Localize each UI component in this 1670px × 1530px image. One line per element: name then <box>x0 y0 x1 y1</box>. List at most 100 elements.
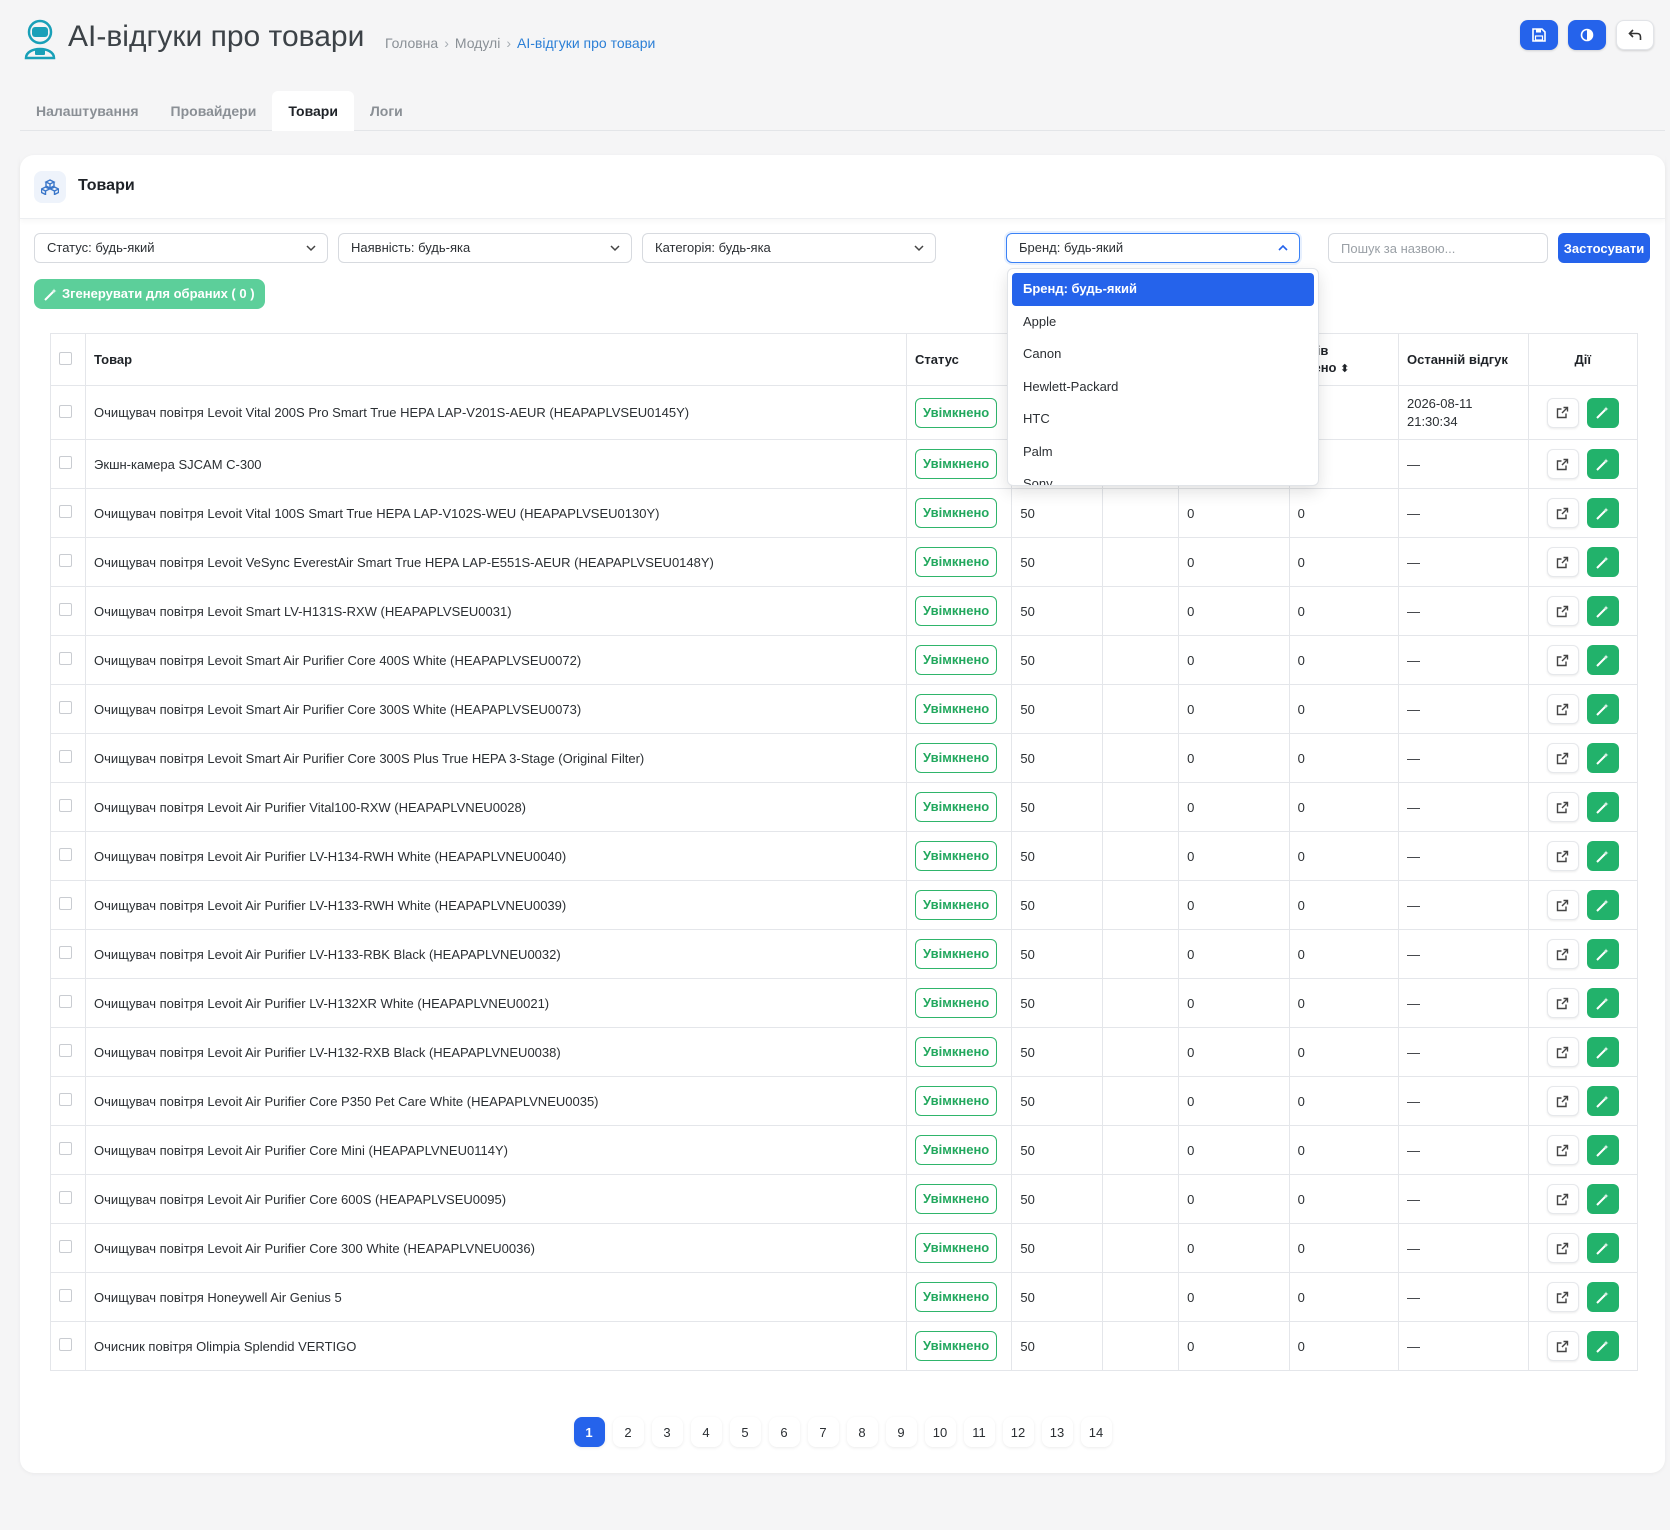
generate-review-button[interactable] <box>1586 1037 1619 1067</box>
brand-option[interactable]: Hewlett-Packard <box>1012 371 1314 404</box>
page-button[interactable]: 4 <box>690 1417 722 1447</box>
row-checkbox[interactable] <box>59 946 72 959</box>
reviews-created-value: 0 <box>1288 978 1399 1028</box>
row-checkbox[interactable] <box>59 1191 72 1204</box>
open-product-button[interactable] <box>1546 397 1579 428</box>
breadcrumb-modules[interactable]: Модулі <box>455 35 500 51</box>
generate-review-button[interactable] <box>1586 1233 1619 1263</box>
row-checkbox[interactable] <box>59 1289 72 1302</box>
brand-option[interactable]: Canon <box>1012 338 1314 371</box>
row-checkbox[interactable] <box>59 1142 72 1155</box>
apply-button[interactable]: Застосувати <box>1558 233 1650 263</box>
row-checkbox[interactable] <box>59 505 72 518</box>
search-input[interactable] <box>1328 233 1548 263</box>
tab-logs[interactable]: Логи <box>354 91 419 131</box>
row-checkbox[interactable] <box>59 799 72 812</box>
status-filter[interactable]: Статус: будь-який <box>34 233 328 263</box>
select-all-checkbox[interactable] <box>59 351 72 365</box>
page-button[interactable]: 3 <box>651 1417 683 1447</box>
generate-review-button[interactable] <box>1586 1184 1619 1214</box>
brand-option[interactable]: Sony <box>1012 468 1314 485</box>
row-checkbox[interactable] <box>59 1240 72 1253</box>
page-button[interactable]: 12 <box>1002 1417 1034 1447</box>
generate-review-button[interactable] <box>1586 498 1619 528</box>
page-button[interactable]: 10 <box>924 1417 956 1447</box>
generate-review-button[interactable] <box>1586 1331 1619 1361</box>
generate-review-button[interactable] <box>1586 694 1619 724</box>
category-filter[interactable]: Категорія: будь-яка <box>642 233 936 263</box>
open-product-button[interactable] <box>1546 1331 1579 1361</box>
row-checkbox[interactable] <box>59 404 72 418</box>
row-checkbox[interactable] <box>59 1044 72 1057</box>
open-product-button[interactable] <box>1546 988 1579 1018</box>
tab-providers[interactable]: Провайдери <box>155 91 273 131</box>
page-button[interactable]: 14 <box>1080 1417 1112 1447</box>
row-checkbox[interactable] <box>59 701 72 714</box>
open-product-button[interactable] <box>1546 596 1579 626</box>
open-product-button[interactable] <box>1546 645 1579 675</box>
open-product-button[interactable] <box>1546 1086 1579 1116</box>
brand-option[interactable]: Бренд: будь-який <box>1012 273 1314 306</box>
generate-review-button[interactable] <box>1586 1135 1619 1165</box>
generate-review-button[interactable] <box>1586 645 1619 675</box>
row-checkbox[interactable] <box>59 897 72 910</box>
generate-review-button[interactable] <box>1586 397 1619 428</box>
row-checkbox[interactable] <box>59 603 72 616</box>
row-checkbox[interactable] <box>59 1093 72 1106</box>
page-button[interactable]: 7 <box>807 1417 839 1447</box>
generate-selected-button[interactable]: Згенерувати для обраних ( 0 ) <box>34 279 265 309</box>
open-product-button[interactable] <box>1546 498 1579 528</box>
tab-settings[interactable]: Налаштування <box>20 91 155 131</box>
contrast-button[interactable] <box>1568 20 1606 50</box>
generate-review-button[interactable] <box>1586 596 1619 626</box>
brand-option[interactable]: Apple <box>1012 306 1314 339</box>
open-product-button[interactable] <box>1546 1135 1579 1165</box>
row-checkbox[interactable] <box>59 750 72 763</box>
row-checkbox[interactable] <box>59 652 72 665</box>
generate-review-button[interactable] <box>1586 792 1619 822</box>
generate-review-button[interactable] <box>1586 890 1619 920</box>
generate-review-button[interactable] <box>1586 1282 1619 1312</box>
open-product-button[interactable] <box>1546 890 1579 920</box>
generate-review-button[interactable] <box>1586 988 1619 1018</box>
open-product-button[interactable] <box>1546 547 1579 577</box>
generate-review-button[interactable] <box>1586 939 1619 969</box>
page-button[interactable]: 5 <box>729 1417 761 1447</box>
open-product-button[interactable] <box>1546 792 1579 822</box>
page-button[interactable]: 11 <box>963 1417 995 1447</box>
breadcrumb-home[interactable]: Головна <box>385 35 438 51</box>
generate-review-button[interactable] <box>1586 1086 1619 1116</box>
open-product-button[interactable] <box>1546 1037 1579 1067</box>
open-product-button[interactable] <box>1546 694 1579 724</box>
brand-option[interactable]: Palm <box>1012 436 1314 469</box>
brand-option[interactable]: HTC <box>1012 403 1314 436</box>
availability-filter[interactable]: Наявність: будь-яка <box>338 233 632 263</box>
open-product-button[interactable] <box>1546 939 1579 969</box>
page-button[interactable]: 2 <box>612 1417 644 1447</box>
page-button[interactable]: 6 <box>768 1417 800 1447</box>
page-button[interactable]: 8 <box>846 1417 878 1447</box>
generate-review-button[interactable] <box>1586 841 1619 871</box>
page-button[interactable]: 13 <box>1041 1417 1073 1447</box>
open-product-button[interactable] <box>1546 1233 1579 1263</box>
row-checkbox[interactable] <box>59 554 72 567</box>
back-button[interactable] <box>1616 20 1654 50</box>
generate-review-button[interactable] <box>1586 547 1619 577</box>
page-button[interactable]: 9 <box>885 1417 917 1447</box>
open-product-button[interactable] <box>1546 743 1579 773</box>
open-product-button[interactable] <box>1546 841 1579 871</box>
tab-products[interactable]: Товари <box>272 91 354 131</box>
row-checkbox[interactable] <box>59 995 72 1008</box>
row-checkbox[interactable] <box>59 1338 72 1351</box>
open-product-button[interactable] <box>1546 449 1579 479</box>
open-product-button[interactable] <box>1546 1184 1579 1214</box>
brand-filter[interactable]: Бренд: будь-який <box>1006 233 1300 263</box>
open-product-button[interactable] <box>1546 1282 1579 1312</box>
generate-review-button[interactable] <box>1586 743 1619 773</box>
generate-review-button[interactable] <box>1586 449 1619 479</box>
breadcrumb-current[interactable]: AI-відгуки про товари <box>517 35 655 51</box>
page-button[interactable]: 1 <box>573 1417 605 1447</box>
row-checkbox[interactable] <box>59 848 72 861</box>
row-checkbox[interactable] <box>59 456 72 469</box>
save-button[interactable] <box>1520 20 1558 50</box>
